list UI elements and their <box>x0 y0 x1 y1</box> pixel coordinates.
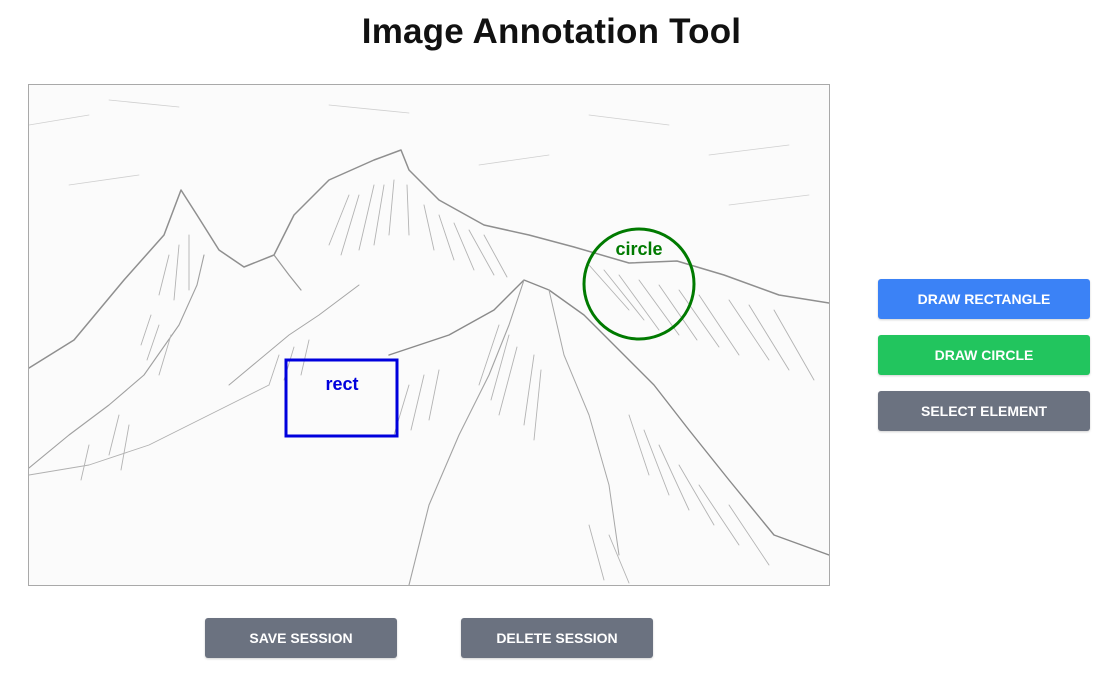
save-session-button[interactable]: Save Session <box>205 618 397 658</box>
delete-session-button[interactable]: Delete Session <box>461 618 653 658</box>
page-title: Image Annotation Tool <box>361 12 742 51</box>
rect-annotation-label: rect <box>325 374 358 394</box>
select-element-button[interactable]: Select Element <box>878 391 1090 431</box>
draw-rectangle-button[interactable]: Draw Rectangle <box>878 279 1090 319</box>
annotation-canvas[interactable]: rect circle <box>28 84 830 586</box>
circle-annotation-label: circle <box>615 239 662 259</box>
mountain-sketch-image <box>29 85 829 585</box>
draw-circle-button[interactable]: Draw Circle <box>878 335 1090 375</box>
